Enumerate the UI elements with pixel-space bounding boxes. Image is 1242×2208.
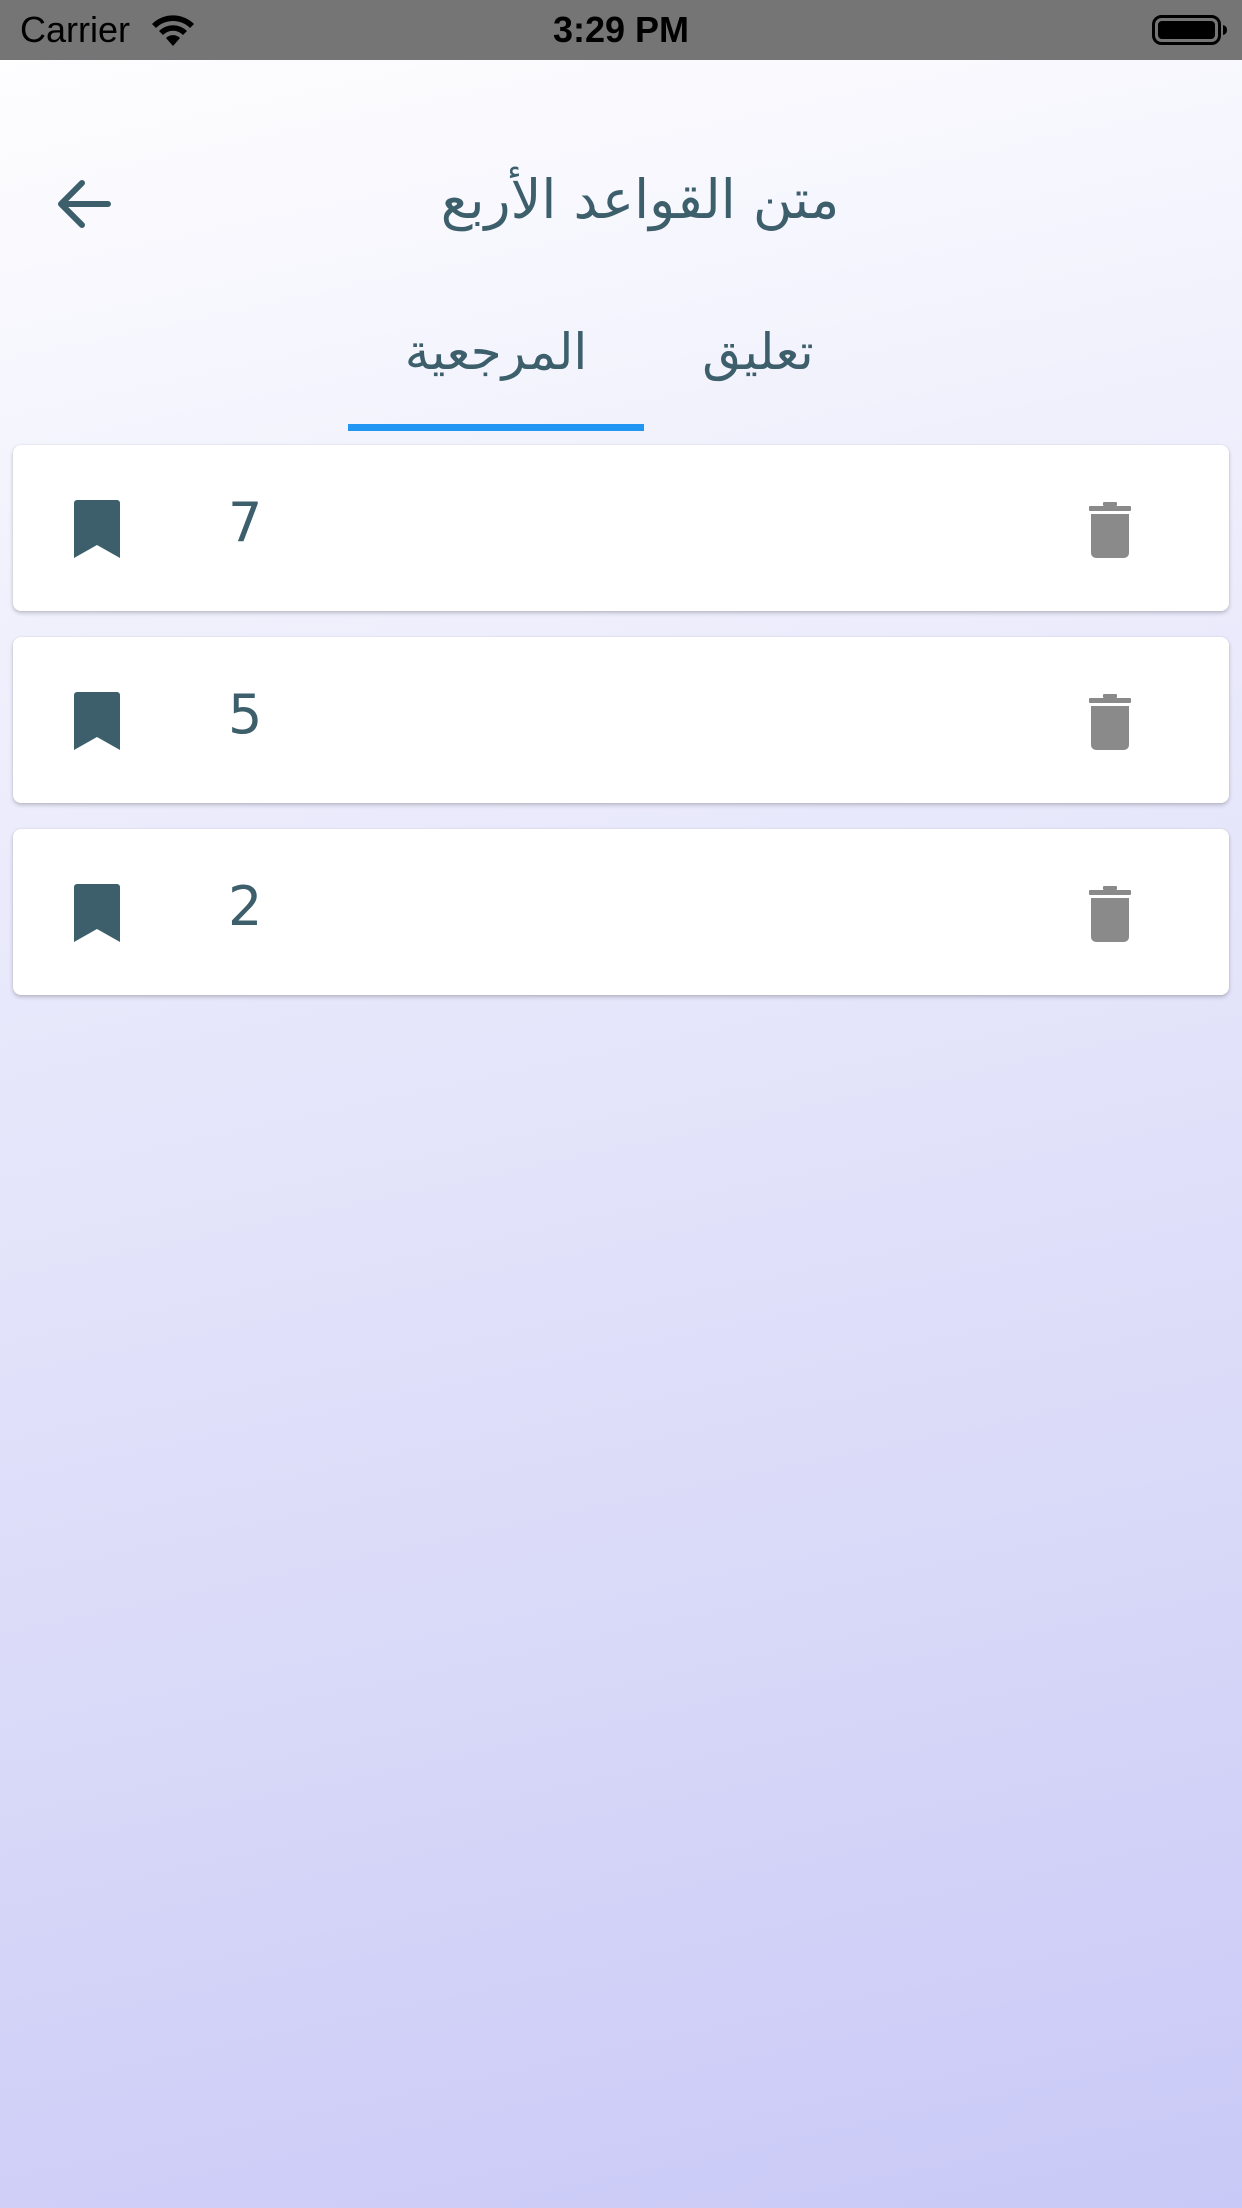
status-bar: Carrier 3:29 PM (0, 0, 1242, 60)
back-button[interactable] (38, 158, 130, 250)
bookmark-card[interactable]: 5 (13, 637, 1229, 803)
tab-selected-indicator (348, 424, 644, 431)
tab-references[interactable]: المرجعية (348, 300, 644, 424)
trash-icon (1089, 694, 1131, 750)
bookmark-number: 2 (228, 875, 263, 938)
battery-icon (1152, 15, 1227, 45)
delete-button[interactable] (1063, 869, 1157, 959)
bookmark-icon (74, 500, 120, 558)
page-title: متن القواعد الأربع (440, 168, 840, 231)
arrow-left-icon (58, 180, 111, 228)
tab-commentary[interactable]: تعليق (660, 300, 856, 424)
trash-icon (1089, 502, 1131, 558)
bookmark-number: 7 (228, 491, 263, 554)
delete-button[interactable] (1063, 677, 1157, 767)
bookmark-card[interactable]: 7 (13, 445, 1229, 611)
tab-bar: المرجعية تعليق (0, 300, 1242, 432)
bookmark-list: 7 5 2 (13, 445, 1229, 1021)
status-time: 3:29 PM (552, 9, 690, 50)
delete-button[interactable] (1063, 485, 1157, 575)
bookmark-card[interactable]: 2 (13, 829, 1229, 995)
bookmark-icon (74, 884, 120, 942)
bookmark-number: 5 (228, 683, 263, 746)
trash-icon (1089, 886, 1131, 942)
bookmark-icon (74, 692, 120, 750)
